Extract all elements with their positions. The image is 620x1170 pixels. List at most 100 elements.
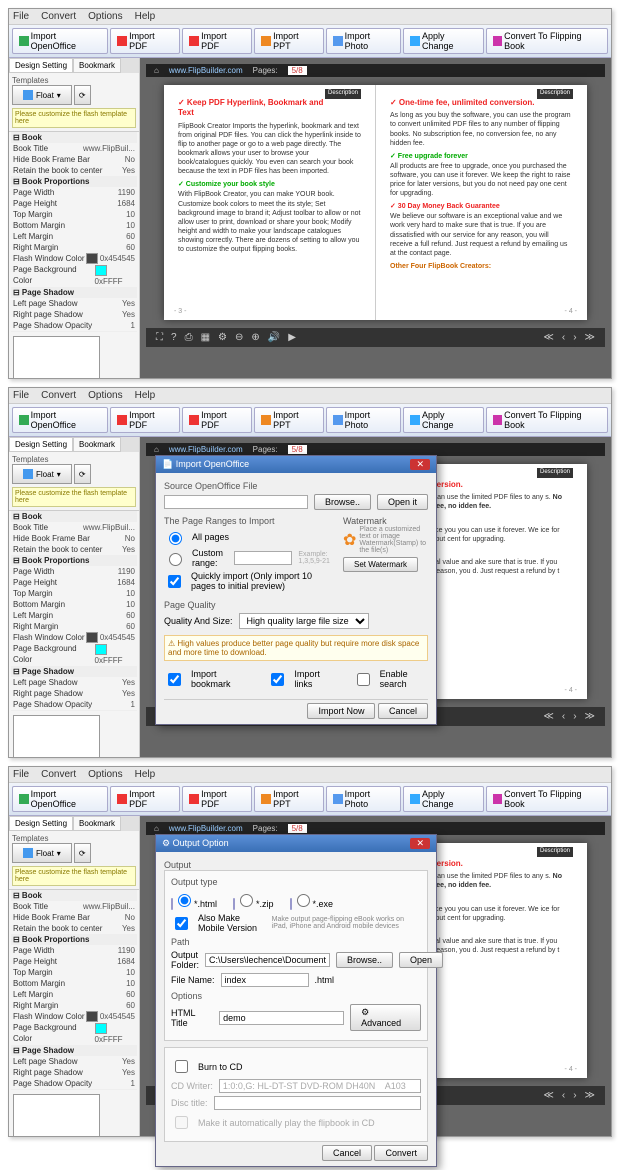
prop-row[interactable]: Left page ShadowYes [11, 298, 137, 309]
enable-search-check[interactable] [357, 673, 370, 686]
prop-row[interactable]: Left Margin60 [11, 610, 137, 621]
type-zip-radio[interactable] [240, 894, 253, 907]
prop-group[interactable]: ⊟ Book [11, 132, 137, 143]
tab-design-setting[interactable]: Design Setting [9, 58, 73, 73]
prop-row[interactable]: Flash Window Color 0x454545 [11, 632, 137, 643]
toolbar-import-ppt[interactable]: Import PPT [254, 28, 324, 54]
close-icon[interactable]: ✕ [410, 459, 430, 470]
prop-row[interactable]: Left page ShadowYes [11, 1056, 137, 1067]
prop-row[interactable]: Page Width1190 [11, 945, 137, 956]
toolbar-import-openoffice[interactable]: Import OpenOffice [12, 786, 108, 812]
open-button[interactable]: Open [399, 952, 443, 968]
first-icon[interactable]: ≪ [543, 332, 553, 343]
prop-group[interactable]: ⊟ Book [11, 511, 137, 522]
book[interactable]: Description ✓ Keep PDF Hyperlink, Bookma… [164, 85, 587, 320]
last-icon[interactable]: ≫ [585, 332, 595, 343]
toolbar-import-pdf[interactable]: Import PDF [110, 786, 180, 812]
quick-import-check[interactable] [168, 575, 181, 588]
prop-row[interactable]: Hide Book Frame BarNo [11, 533, 137, 544]
prop-row[interactable]: Right Margin60 [11, 621, 137, 632]
menu-file[interactable]: File [13, 390, 29, 401]
prop-row[interactable]: Page Background Color 0xFFFF [11, 264, 137, 286]
prop-row[interactable]: Hide Book Frame BarNo [11, 912, 137, 923]
prop-row[interactable]: Top Margin10 [11, 209, 137, 220]
prop-row[interactable]: Page Width1190 [11, 566, 137, 577]
toolbar-import-photo[interactable]: Import Photo [326, 407, 401, 433]
import-links-check[interactable] [271, 673, 284, 686]
toolbar-apply-change[interactable]: Apply Change [403, 407, 483, 433]
print-icon[interactable]: ⎙ [185, 332, 193, 343]
browse-button[interactable]: Browse.. [314, 494, 371, 510]
open-button[interactable]: Open it [377, 494, 428, 510]
toolbar-apply-change[interactable]: Apply Change [403, 28, 483, 54]
set-watermark-button[interactable]: Set Watermark [343, 557, 418, 572]
quality-select[interactable]: High quality large file size [239, 613, 369, 629]
prop-row[interactable]: Bottom Margin10 [11, 978, 137, 989]
prop-row[interactable]: Page Shadow Opacity1 [11, 320, 137, 331]
home-icon[interactable]: ⌂ [154, 66, 159, 75]
template-select[interactable]: Float▾ [12, 85, 72, 105]
toolbar-import-openoffice[interactable]: Import OpenOffice [12, 28, 108, 54]
prop-row[interactable]: Book Titlewww.FlipBuil... [11, 522, 137, 533]
toolbar-convert-to-flipping-book[interactable]: Convert To Flipping Book [486, 407, 609, 433]
menu-options[interactable]: Options [88, 769, 122, 780]
tab-design-setting[interactable]: Design Setting [9, 437, 73, 452]
prop-row[interactable]: Top Margin10 [11, 588, 137, 599]
prop-row[interactable]: Flash Window Color 0x454545 [11, 253, 137, 264]
prop-row[interactable]: Right Margin60 [11, 242, 137, 253]
next-icon[interactable]: › [573, 332, 576, 343]
zoom-in-icon[interactable]: ⊕ [251, 332, 259, 343]
prop-row[interactable]: Page Height1684 [11, 198, 137, 209]
browse-button[interactable]: Browse.. [336, 952, 393, 968]
page-input[interactable]: 5/8 [288, 66, 307, 75]
help-icon[interactable]: ? [171, 332, 177, 343]
tab-bookmark[interactable]: Bookmark [73, 437, 121, 452]
type-html-radio[interactable] [178, 894, 191, 907]
prop-row[interactable]: Page Background Color 0xFFFF [11, 643, 137, 665]
custom-range-radio[interactable] [169, 553, 182, 566]
template-select[interactable]: Float▾ [12, 464, 72, 484]
prop-group[interactable]: ⊟ Page Shadow [11, 1045, 137, 1056]
custom-range-input[interactable] [234, 551, 292, 565]
prop-group[interactable]: ⊟ Page Shadow [11, 666, 137, 677]
menu-help[interactable]: Help [135, 11, 156, 22]
advanced-button[interactable]: ⚙ Advanced [350, 1004, 421, 1031]
prop-group[interactable]: ⊟ Book Proportions [11, 176, 137, 187]
toolbar-apply-change[interactable]: Apply Change [403, 786, 483, 812]
close-icon[interactable]: ✕ [410, 838, 430, 849]
prop-row[interactable]: Top Margin10 [11, 967, 137, 978]
prev-icon[interactable]: ‹ [562, 332, 565, 343]
menu-file[interactable]: File [13, 769, 29, 780]
prop-row[interactable]: Bottom Margin10 [11, 220, 137, 231]
toolbar-import-ppt[interactable]: Import PPT [254, 786, 324, 812]
toolbar-import-pdf[interactable]: Import PDF [110, 28, 180, 54]
prop-group[interactable]: ⊟ Background Config [11, 331, 137, 332]
prop-row[interactable]: Left Margin60 [11, 231, 137, 242]
prop-row[interactable]: Bottom Margin10 [11, 599, 137, 610]
toolbar-import-openoffice[interactable]: Import OpenOffice [12, 407, 108, 433]
prop-group[interactable]: ⊟ Book Proportions [11, 934, 137, 945]
prop-row[interactable]: Right Margin60 [11, 1000, 137, 1011]
burn-cd-check[interactable] [175, 1060, 188, 1073]
zoom-out-icon[interactable]: ⊖ [235, 332, 243, 343]
prop-group[interactable]: ⊟ Background Config [11, 1089, 137, 1090]
menu-file[interactable]: File [13, 11, 29, 22]
tab-bookmark[interactable]: Bookmark [73, 58, 121, 73]
menu-help[interactable]: Help [135, 390, 156, 401]
thumbs-icon[interactable]: ▦ [201, 332, 210, 343]
properties-grid[interactable]: ⊟ BookBook Titlewww.FlipBuil...Hide Book… [9, 132, 139, 332]
all-pages-radio[interactable] [169, 532, 182, 545]
toolbar-import-ppt[interactable]: Import PPT [254, 407, 324, 433]
play-icon[interactable]: ▶ [288, 332, 296, 343]
prop-row[interactable]: Flash Window Color 0x454545 [11, 1011, 137, 1022]
fullscreen-icon[interactable]: ⛶ [156, 332, 163, 343]
prop-row[interactable]: Hide Book Frame BarNo [11, 154, 137, 165]
prop-group[interactable]: ⊟ Page Shadow [11, 287, 137, 298]
import-bookmark-check[interactable] [168, 673, 181, 686]
mobile-check[interactable] [175, 917, 188, 930]
toolbar-convert-to-flipping-book[interactable]: Convert To Flipping Book [486, 28, 609, 54]
cancel-button[interactable]: Cancel [322, 1145, 372, 1161]
template-refresh[interactable]: ⟳ [74, 85, 91, 105]
prop-row[interactable]: Page Shadow Opacity1 [11, 1078, 137, 1089]
cancel-button[interactable]: Cancel [378, 703, 428, 719]
